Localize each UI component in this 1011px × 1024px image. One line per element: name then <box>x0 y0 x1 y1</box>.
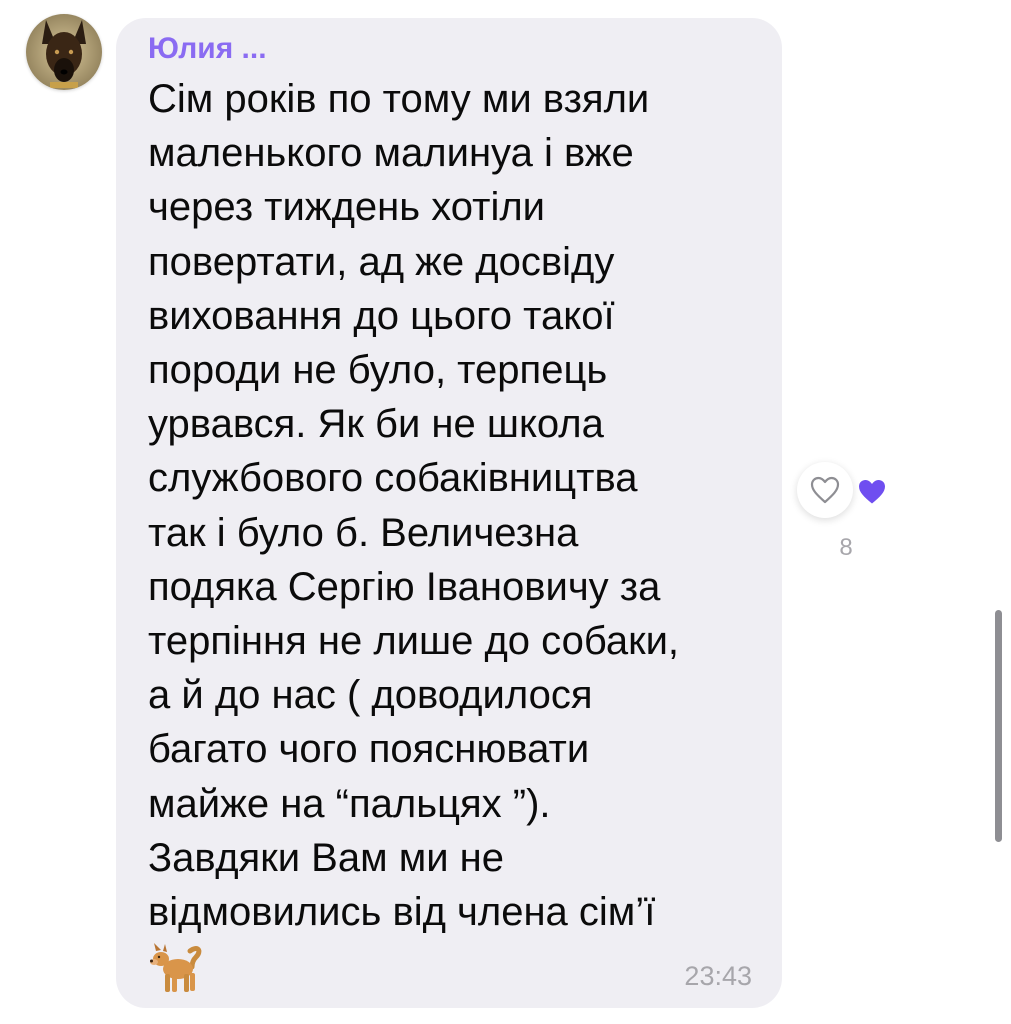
dog-emoji-icon <box>150 943 202 993</box>
scrollbar[interactable] <box>995 610 1002 842</box>
sender-name[interactable]: Юлия ... <box>148 32 752 66</box>
avatar[interactable] <box>26 14 102 90</box>
reaction-count: 8 <box>839 534 853 561</box>
reaction-bar[interactable] <box>797 462 901 518</box>
message-timestamp: 23:43 <box>684 961 752 991</box>
heart-outline-icon <box>810 476 840 504</box>
purple-heart-icon <box>859 479 885 503</box>
add-reaction-button[interactable] <box>797 462 853 518</box>
message-text: Сім років по тому ми взяли маленького ма… <box>148 77 680 935</box>
purple-heart-reaction[interactable] <box>855 476 889 506</box>
message-bubble[interactable]: Юлия ... Сім років по тому ми взяли мале… <box>116 18 782 1008</box>
dog-avatar-image <box>26 14 102 90</box>
